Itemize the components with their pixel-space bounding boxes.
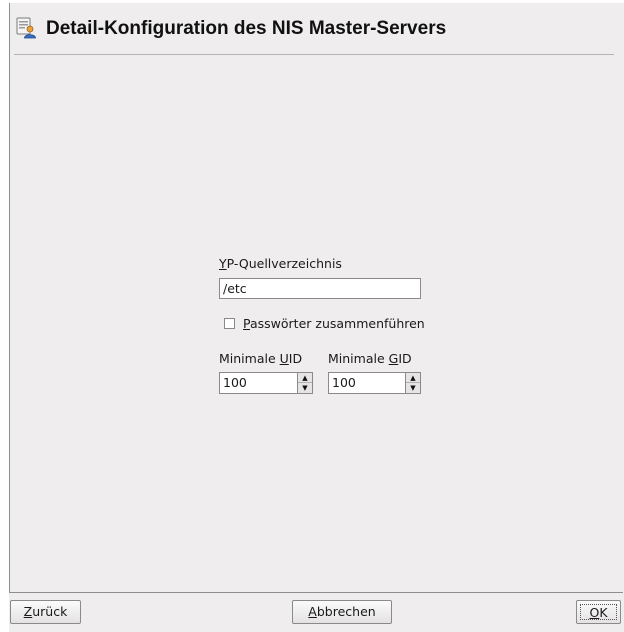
- min-gid-value[interactable]: 100: [332, 375, 356, 391]
- merge-passwords-label[interactable]: Passwörter zusammenführen: [243, 316, 425, 331]
- source-dir-label: YP-Quellverzeichnis: [219, 256, 342, 271]
- min-gid-spinbox[interactable]: 100 ▲ ▼: [328, 372, 421, 394]
- ok-button[interactable]: OK: [576, 600, 621, 624]
- min-gid-increment-icon[interactable]: ▲: [406, 373, 420, 383]
- source-dir-input[interactable]: /etc: [219, 278, 421, 299]
- cancel-button[interactable]: Abbrechen: [292, 600, 392, 624]
- min-uid-increment-icon[interactable]: ▲: [298, 373, 312, 383]
- min-gid-decrement-icon[interactable]: ▼: [406, 383, 420, 393]
- nis-server-config-icon: [16, 17, 36, 39]
- ok-button-focus-ring: OK: [580, 604, 617, 620]
- min-gid-stepper[interactable]: ▲ ▼: [405, 373, 420, 393]
- min-gid-label: Minimale GID: [328, 351, 412, 366]
- merge-passwords-checkbox[interactable]: [224, 318, 235, 329]
- dialog-header: Detail-Konfiguration des NIS Master-Serv…: [14, 14, 614, 55]
- page-title: Detail-Konfiguration des NIS Master-Serv…: [46, 18, 447, 39]
- min-uid-spinbox[interactable]: 100 ▲ ▼: [219, 372, 313, 394]
- min-uid-label: Minimale UID: [219, 351, 303, 366]
- min-uid-decrement-icon[interactable]: ▼: [298, 383, 312, 393]
- back-button[interactable]: Zurück: [10, 600, 81, 624]
- min-uid-value[interactable]: 100: [223, 375, 247, 391]
- min-uid-stepper[interactable]: ▲ ▼: [297, 373, 312, 393]
